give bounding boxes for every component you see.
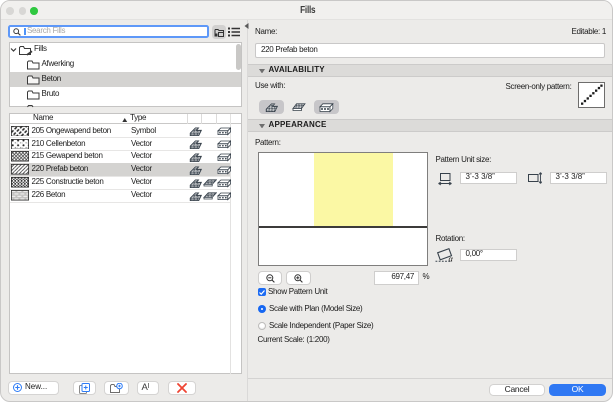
svg-text:α: α [448, 254, 453, 263]
